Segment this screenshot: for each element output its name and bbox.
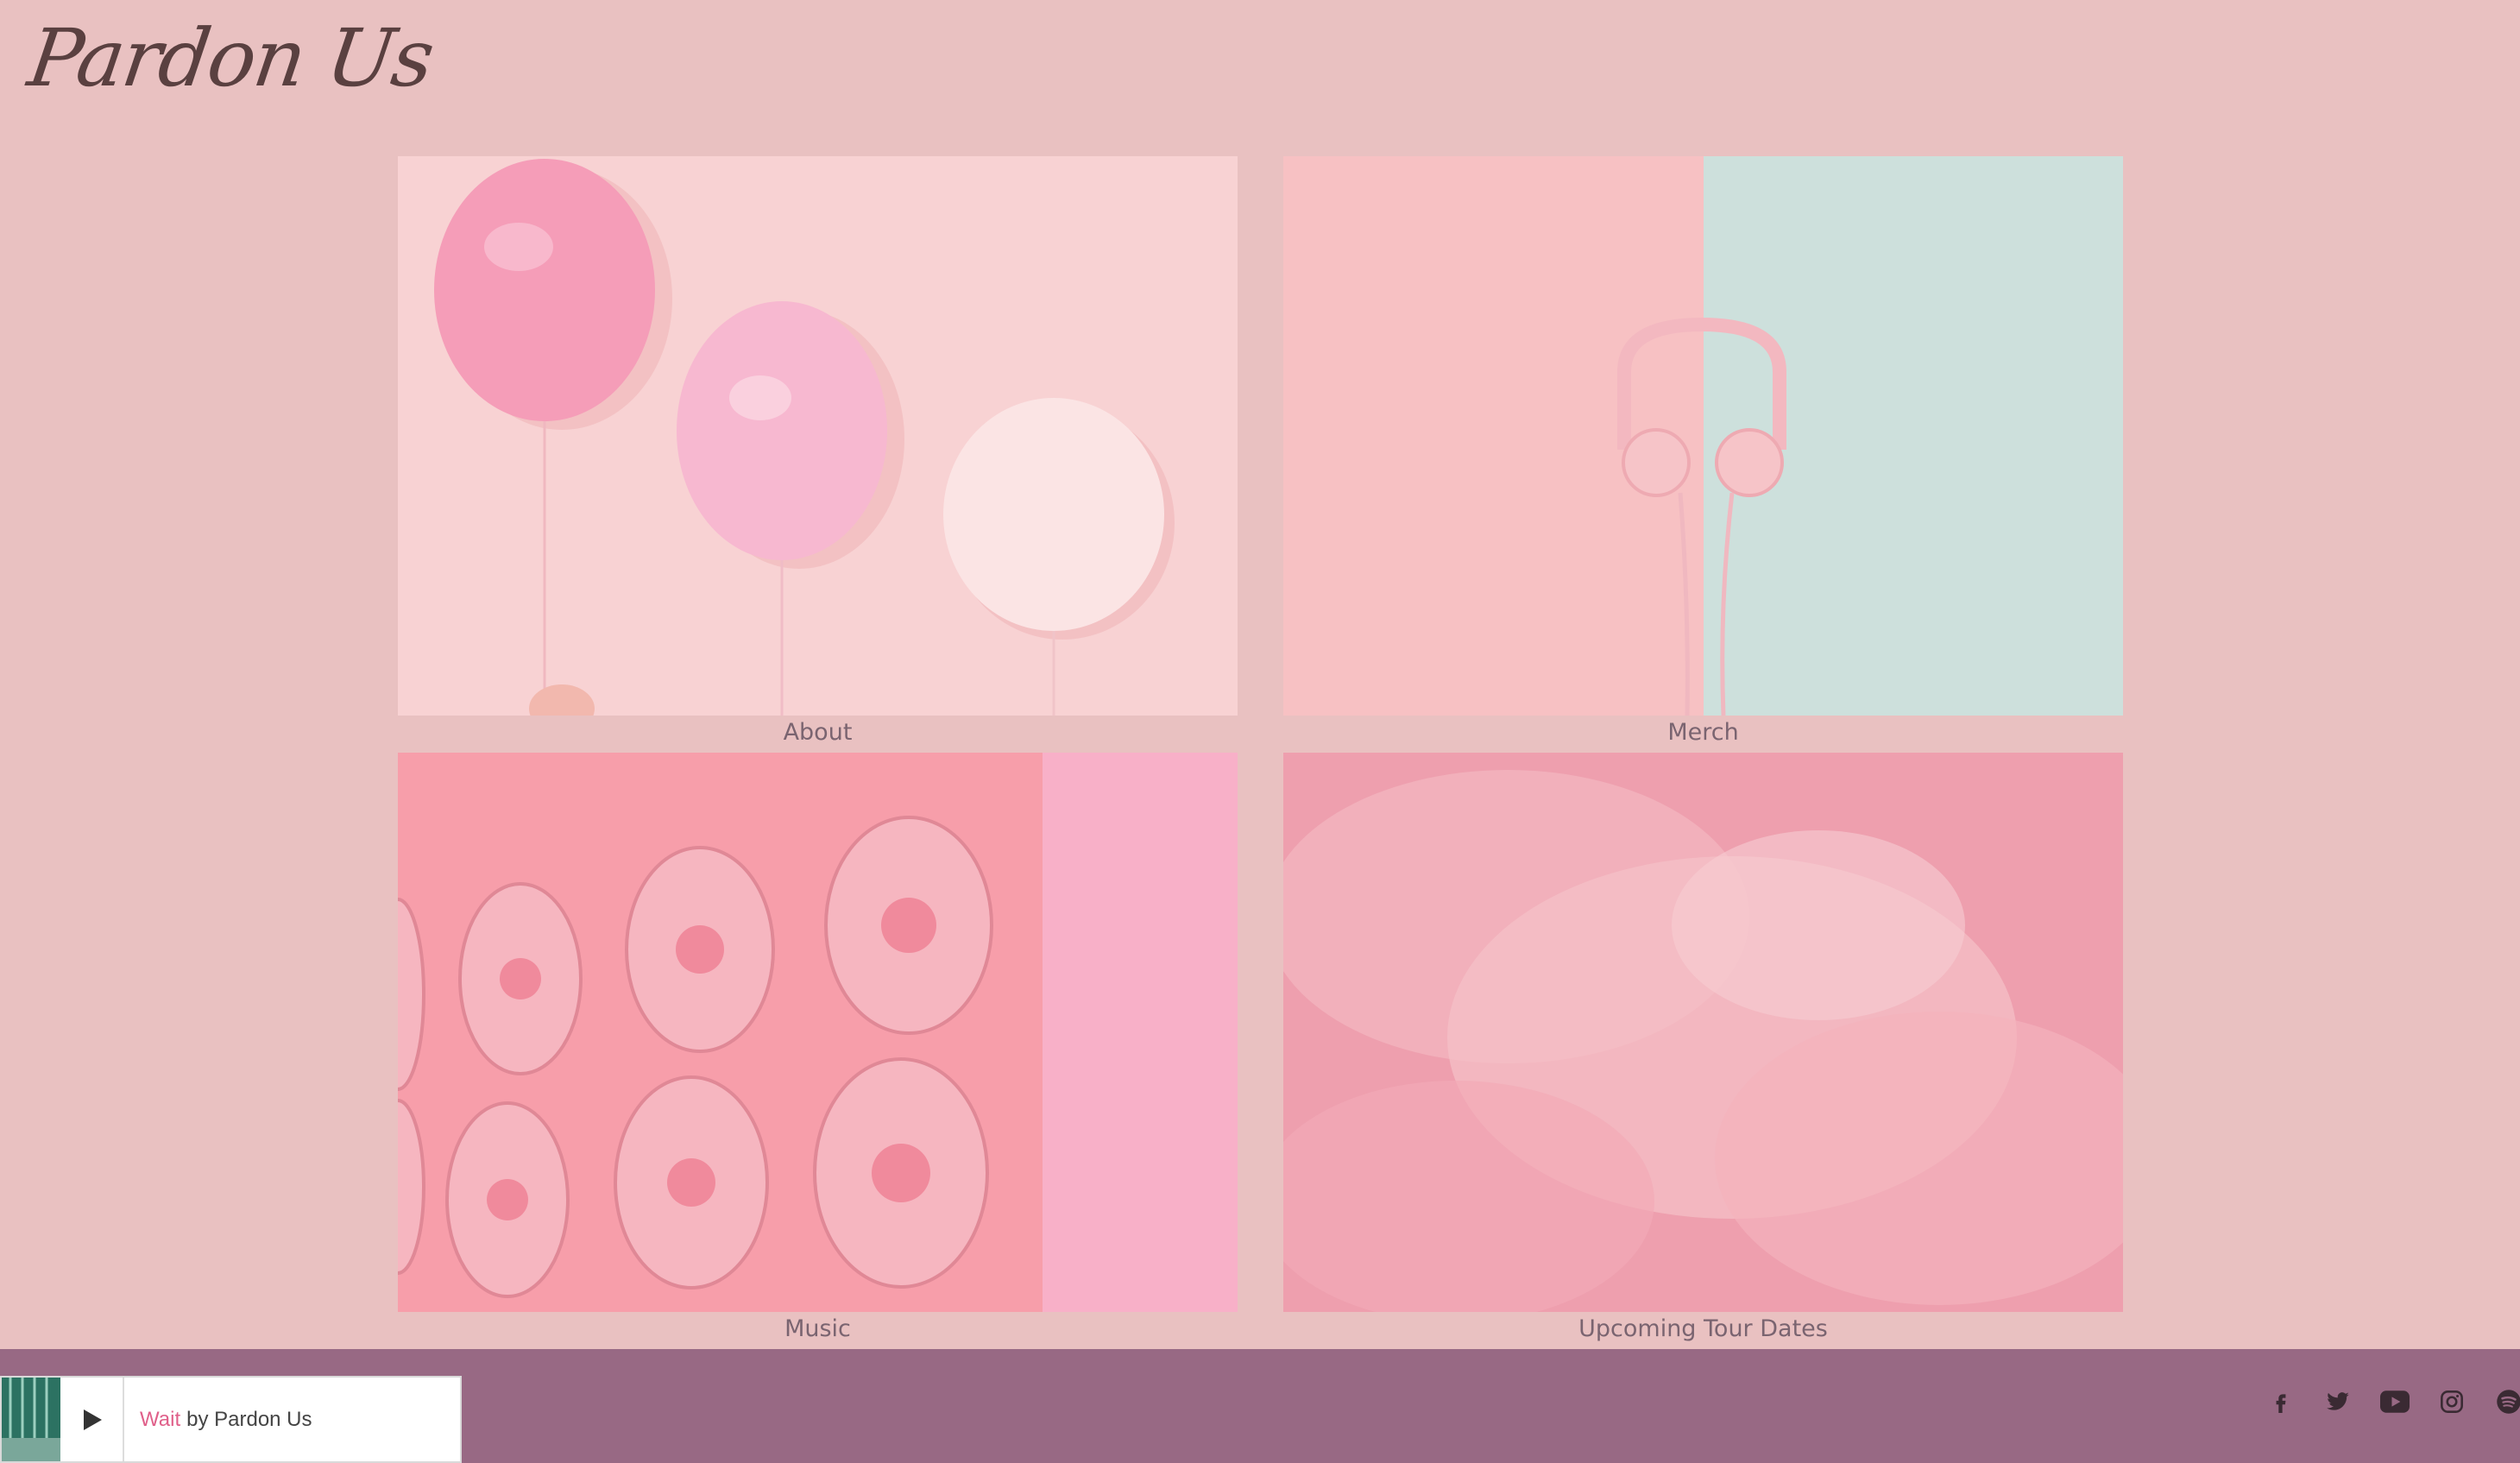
twitter-icon[interactable] [2309, 1382, 2366, 1422]
headphones-image [1283, 156, 2123, 716]
balloons-image [398, 156, 1238, 716]
play-icon [84, 1409, 102, 1430]
tour-caption[interactable]: Upcoming Tour Dates [1283, 1315, 2123, 1342]
tour-tile[interactable] [1283, 753, 2123, 1312]
records-image [398, 753, 1238, 1312]
play-button[interactable] [60, 1378, 124, 1461]
instagram-icon[interactable] [2423, 1382, 2480, 1422]
music-player: Wait by Pardon Us [0, 1376, 462, 1463]
music-tile[interactable] [398, 753, 1238, 1312]
spotify-icon[interactable] [2480, 1382, 2520, 1422]
about-tile[interactable] [398, 156, 1238, 716]
facebook-icon[interactable] [2252, 1382, 2309, 1422]
merch-tile[interactable] [1283, 156, 2123, 716]
youtube-icon[interactable] [2366, 1382, 2423, 1422]
about-caption[interactable]: About [398, 719, 1238, 746]
album-art [2, 1378, 60, 1461]
social-links [2252, 1382, 2520, 1422]
merch-caption[interactable]: Merch [1283, 719, 2123, 746]
track-artist: by Pardon Us [186, 1407, 312, 1431]
clouds-image [1283, 753, 2123, 1312]
music-caption[interactable]: Music [398, 1315, 1238, 1342]
track-info: Wait by Pardon Us [124, 1378, 312, 1461]
site-logo[interactable]: Pardon Us [23, 12, 438, 104]
track-title[interactable]: Wait [140, 1408, 180, 1432]
